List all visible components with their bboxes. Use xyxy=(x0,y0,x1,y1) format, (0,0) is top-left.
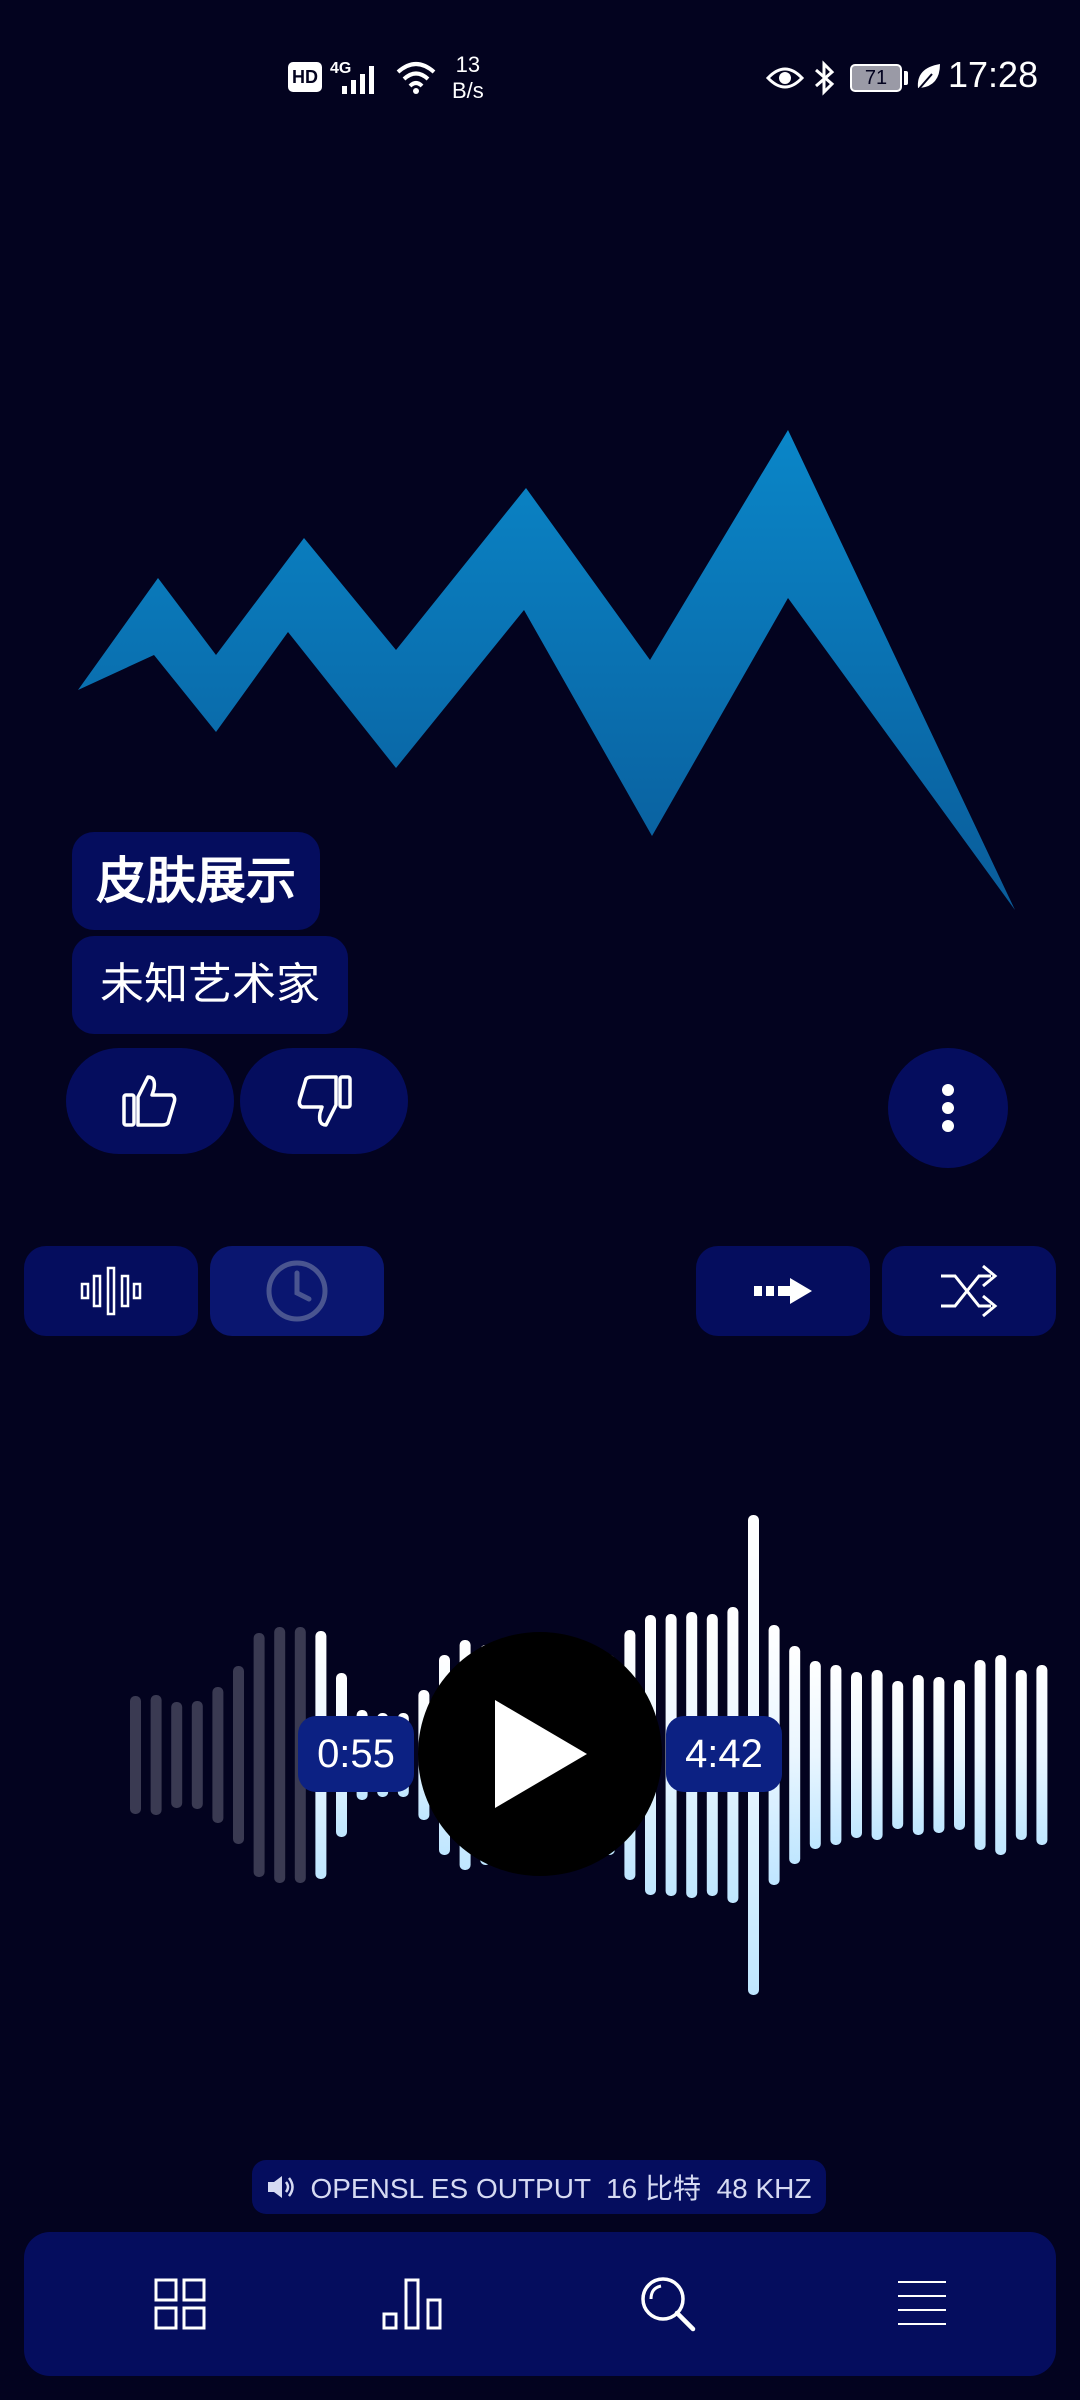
nav-search[interactable] xyxy=(588,2232,748,2376)
waveform-bar xyxy=(789,1646,801,1864)
waveform-bar xyxy=(974,1660,986,1850)
waveform-bar xyxy=(150,1695,162,1815)
audio-output-info: OPENSL ES OUTPUT 16 比特 48 KHZ xyxy=(252,2160,826,2214)
menu-icon xyxy=(898,2281,946,2325)
speaker-icon xyxy=(268,2176,295,2198)
play-button[interactable] xyxy=(418,1632,662,1876)
like-button[interactable] xyxy=(66,1048,234,1154)
clock-time: 17:28 xyxy=(948,54,1039,95)
battery-tip xyxy=(904,71,908,85)
waveform-icon xyxy=(80,1266,142,1316)
more-vertical-icon xyxy=(942,1084,954,1132)
visualizer-button[interactable] xyxy=(24,1246,198,1336)
bar-chart-icon xyxy=(382,2278,442,2330)
status-bar: HD 4G 13 B/s 71 17:28 xyxy=(0,0,1080,160)
elapsed-time: 0:55 xyxy=(298,1716,414,1792)
network-speed: 13 B/s xyxy=(452,52,484,103)
output-label: OPENSL ES OUTPUT 16 比特 48 KHZ xyxy=(310,2173,812,2204)
nav-library[interactable] xyxy=(100,2232,260,2376)
arrow-right-icon xyxy=(754,1278,812,1304)
waveform-bar xyxy=(1015,1670,1027,1840)
waveform-bar xyxy=(130,1696,141,1814)
power-saving-leaf-icon xyxy=(917,64,940,91)
grid-icon xyxy=(154,2278,206,2330)
waveform-bar xyxy=(995,1655,1007,1855)
more-options-button[interactable] xyxy=(888,1048,1008,1168)
signal-icon xyxy=(342,66,374,94)
waveform-bar xyxy=(809,1661,821,1849)
waveform-bar xyxy=(253,1633,265,1877)
waveform-bar xyxy=(851,1672,862,1838)
bottom-nav xyxy=(24,2232,1056,2376)
waveform-bar xyxy=(892,1681,904,1829)
waveform-bar xyxy=(954,1680,965,1830)
repeat-mode-button[interactable] xyxy=(696,1246,870,1336)
bluetooth-icon xyxy=(815,60,835,96)
waveform-bar xyxy=(171,1702,183,1808)
hd-badge: HD xyxy=(288,62,322,92)
eye-icon xyxy=(766,67,804,89)
thumbs-up-icon xyxy=(122,1075,177,1127)
waveform-bar xyxy=(233,1666,244,1844)
waveform-bar xyxy=(933,1677,945,1833)
nav-menu[interactable] xyxy=(842,2232,1002,2376)
waveform-bar xyxy=(212,1687,224,1823)
dislike-button[interactable] xyxy=(240,1048,408,1154)
battery-indicator: 71 xyxy=(850,64,902,92)
thumbs-down-icon xyxy=(297,1075,352,1127)
waveform-bar xyxy=(912,1675,924,1835)
waveform-bar xyxy=(191,1701,203,1809)
track-title: 皮肤展示 xyxy=(72,832,320,930)
sleep-timer-button[interactable] xyxy=(210,1246,384,1336)
shuffle-icon xyxy=(941,1264,998,1318)
track-artist[interactable]: 未知艺术家 xyxy=(72,936,348,1034)
waveform-bar xyxy=(274,1627,286,1883)
play-icon xyxy=(495,1700,587,1808)
waveform-bar xyxy=(1036,1665,1048,1845)
waveform-bar xyxy=(871,1670,883,1840)
waveform-bar xyxy=(830,1665,842,1845)
shuffle-button[interactable] xyxy=(882,1246,1056,1336)
wifi-icon xyxy=(396,62,436,94)
total-duration: 4:42 xyxy=(666,1716,782,1792)
nav-charts[interactable] xyxy=(332,2232,492,2376)
search-icon xyxy=(641,2277,696,2332)
clock-icon xyxy=(266,1260,328,1322)
